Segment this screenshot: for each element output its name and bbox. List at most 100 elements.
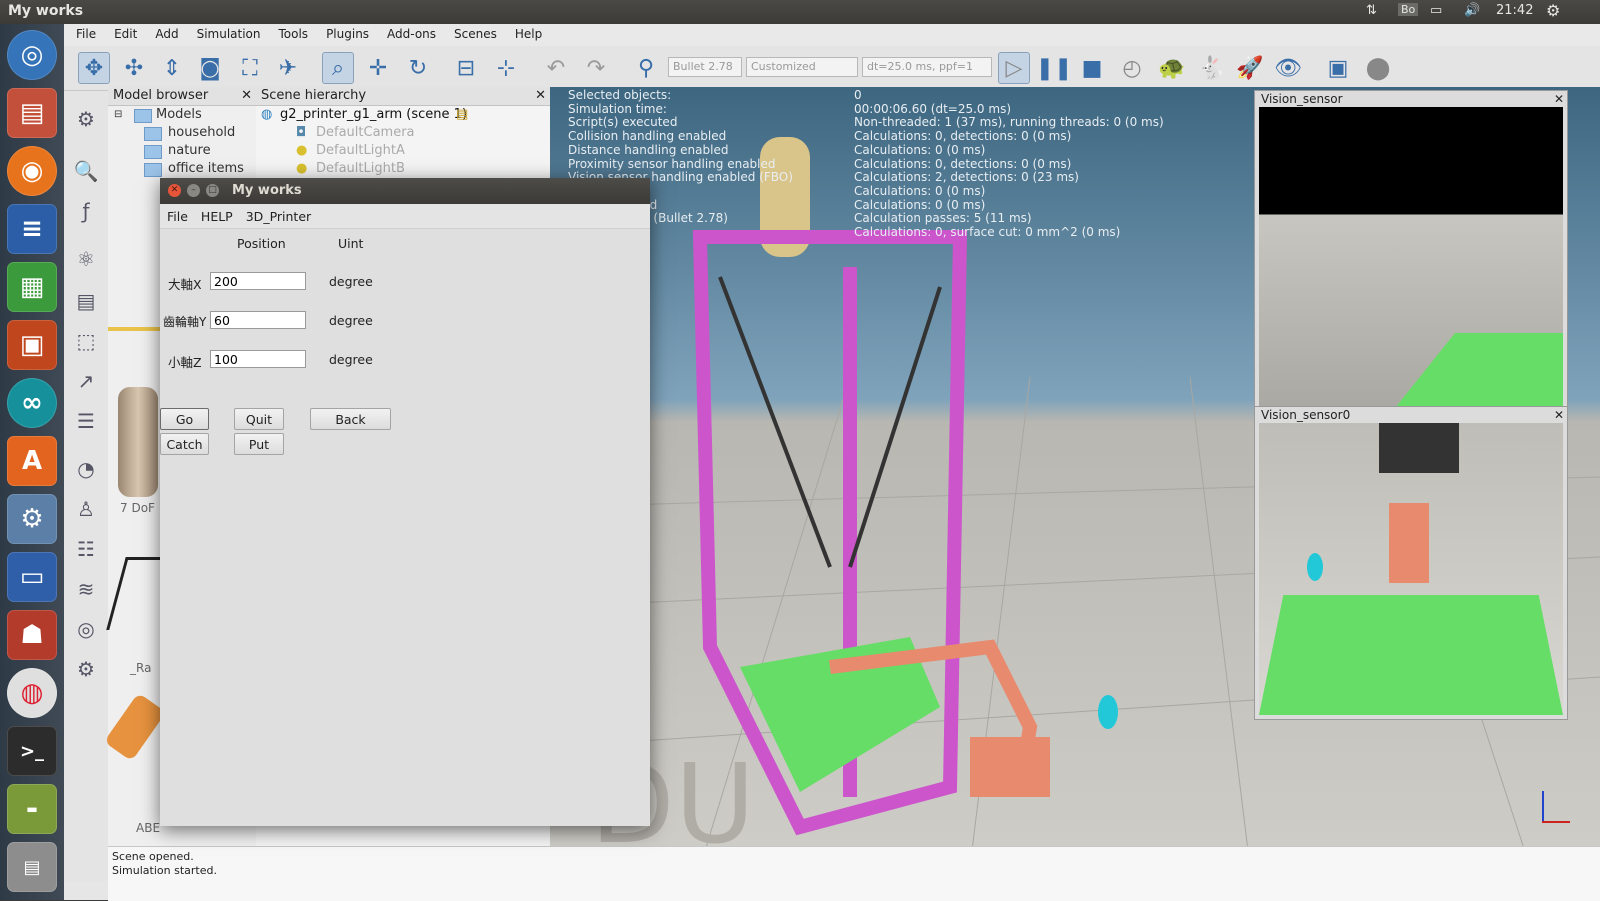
transfer-dna-icon[interactable]: ⊹ [490, 52, 522, 84]
scene-hierarchy-icon[interactable]: ☷ [70, 533, 102, 565]
close-icon[interactable]: ✕ [168, 184, 181, 197]
keyboard-indicator[interactable]: Bo [1398, 3, 1419, 16]
calculation-modules-icon[interactable]: ƒ [70, 195, 102, 227]
tree-item-default-camera[interactable]: ◘ DefaultCamera [256, 124, 550, 142]
menu-edit[interactable]: Edit [105, 24, 146, 41]
redo-icon[interactable]: ↷ [580, 52, 612, 84]
impress-icon[interactable]: ▣ [7, 320, 57, 370]
simulation-settings-select[interactable]: Customized [746, 57, 858, 77]
network-icon[interactable]: ⇅ [1366, 3, 1377, 18]
faster-icon[interactable]: 🐇 [1196, 52, 1228, 84]
layer-icon[interactable]: ≋ [70, 573, 102, 605]
vision-sensor0-window[interactable]: Vision_sensor0 ✕ [1254, 406, 1568, 720]
tree-item-models[interactable]: ⊟ Models [108, 106, 256, 124]
video-recorder-icon[interactable]: ◎ [70, 613, 102, 645]
chrome-icon[interactable]: ◍ [7, 668, 57, 718]
path-edit-icon[interactable]: ↗ [70, 365, 102, 397]
script-icon[interactable]: ▤ [456, 106, 468, 124]
minimize-icon[interactable]: – [187, 184, 200, 197]
camera-angle-icon[interactable]: ◙ [194, 52, 226, 84]
user-settings-icon[interactable]: ⚙ [70, 653, 102, 685]
app-icon[interactable]: ▬ [7, 784, 57, 834]
files-icon[interactable]: ▤ [7, 88, 57, 138]
quit-button[interactable]: Quit [234, 408, 284, 430]
close-icon[interactable]: ✕ [1554, 407, 1564, 423]
collapse-icon[interactable]: ⊟ [114, 106, 122, 124]
tree-item-light-b[interactable]: ● DefaultLightB [256, 160, 550, 178]
dialog-menu-help[interactable]: HELP [194, 204, 239, 224]
camera-pan-icon[interactable]: ✥ [78, 52, 110, 84]
page-selector-icon[interactable]: ▣ [1322, 52, 1354, 84]
clock[interactable]: 21:42 [1496, 3, 1533, 18]
object-rotate-icon[interactable]: ↻ [402, 52, 434, 84]
close-icon[interactable]: ✕ [1554, 91, 1564, 107]
pause-icon[interactable]: ❚❚ [1036, 52, 1073, 84]
fit-to-view-icon[interactable]: ⛶ [234, 52, 266, 84]
writer-icon[interactable]: ≡ [7, 204, 57, 254]
physics-engine-select[interactable]: Bullet 2.78 [668, 57, 742, 77]
stop-icon[interactable]: ■ [1076, 52, 1108, 84]
back-button[interactable]: Back [310, 408, 391, 430]
camera-rotate-icon[interactable]: ✣ [118, 52, 150, 84]
camera-shift-icon[interactable]: ⇕ [156, 52, 188, 84]
put-button[interactable]: Put [234, 433, 284, 455]
click-select-icon[interactable]: ⌕ [322, 52, 354, 84]
terminal-icon[interactable]: >_ [7, 726, 57, 776]
settings-icon[interactable]: ⚙ [7, 494, 57, 544]
x-axis-input[interactable] [210, 272, 306, 290]
dash-icon[interactable]: ◎ [7, 30, 57, 80]
menu-plugins[interactable]: Plugins [317, 24, 378, 41]
close-icon[interactable]: ✕ [535, 87, 546, 105]
tree-item-office-items[interactable]: office items [108, 160, 256, 178]
tree-item-nature[interactable]: nature [108, 142, 256, 160]
realtime-icon[interactable]: ◴ [1116, 52, 1148, 84]
simulation-settings-icon[interactable]: ⚙ [70, 103, 102, 135]
tree-item-household[interactable]: household [108, 124, 256, 142]
volume-icon[interactable]: 🔊 [1464, 3, 1480, 18]
robot-thumbnail[interactable] [103, 692, 167, 762]
play-icon[interactable]: ▷ [998, 52, 1030, 84]
close-icon[interactable]: ✕ [241, 87, 252, 105]
visualization-icon[interactable]: 👁 [1272, 52, 1304, 84]
firefox-icon[interactable]: ◉ [7, 146, 57, 196]
model-browser-icon[interactable]: ♙ [70, 493, 102, 525]
remote-desktop-icon[interactable]: ▭ [7, 552, 57, 602]
menu-addons[interactable]: Add-ons [378, 24, 445, 41]
undo-icon[interactable]: ↶ [540, 52, 572, 84]
tree-item-scene[interactable]: ◍ g2_printer_g1_arm (scene 1) ▤ [256, 106, 550, 124]
tree-item-light-a[interactable]: ● DefaultLightA [256, 142, 550, 160]
y-axis-input[interactable] [210, 311, 306, 329]
selection-icon[interactable]: ☰ [70, 405, 102, 437]
maximize-icon[interactable]: □ [206, 184, 219, 197]
calc-icon[interactable]: ▦ [7, 262, 57, 312]
dialog-menu-3d-printer[interactable]: 3D_Printer [239, 204, 317, 224]
menu-simulation[interactable]: Simulation [188, 24, 270, 41]
trash-icon[interactable]: ▤ [7, 842, 57, 892]
catch-button[interactable]: Catch [160, 433, 209, 455]
collections-icon[interactable]: ⚛ [70, 243, 102, 275]
robot-thumbnail[interactable] [118, 387, 158, 497]
dialog-menu-file[interactable]: File [160, 204, 194, 224]
search-icon[interactable]: 🔍 [70, 155, 102, 187]
menu-tools[interactable]: Tools [270, 24, 318, 41]
thread-rendering-icon[interactable]: 🚀 [1234, 52, 1266, 84]
scene-selector-icon[interactable]: ⬤ [1362, 52, 1394, 84]
menu-add[interactable]: Add [146, 24, 187, 41]
vision-sensor-window[interactable]: Vision_sensor ✕ [1254, 90, 1568, 428]
dynamics-icon[interactable]: ⚲ [630, 52, 662, 84]
battery-icon[interactable]: ▭ [1430, 3, 1442, 18]
menu-help[interactable]: Help [506, 24, 551, 41]
assemble-icon[interactable]: ⊟ [450, 52, 482, 84]
go-button[interactable]: Go [160, 408, 209, 430]
arduino-icon[interactable]: ∞ [7, 378, 57, 428]
timestep-select[interactable]: dt=25.0 ms, ppf=1 [862, 57, 992, 77]
scripts-icon[interactable]: ▤ [70, 285, 102, 317]
gear-icon[interactable]: ⚙ [1546, 1, 1560, 20]
shape-edit-icon[interactable]: ⬚ [70, 325, 102, 357]
menu-file[interactable]: File [64, 24, 105, 41]
object-shift-icon[interactable]: ✛ [362, 52, 394, 84]
software-center-icon[interactable]: A [7, 436, 57, 486]
manipulate-view-icon[interactable]: ✈ [272, 52, 304, 84]
menu-scenes[interactable]: Scenes [445, 24, 506, 41]
z-axis-input[interactable] [210, 350, 306, 368]
